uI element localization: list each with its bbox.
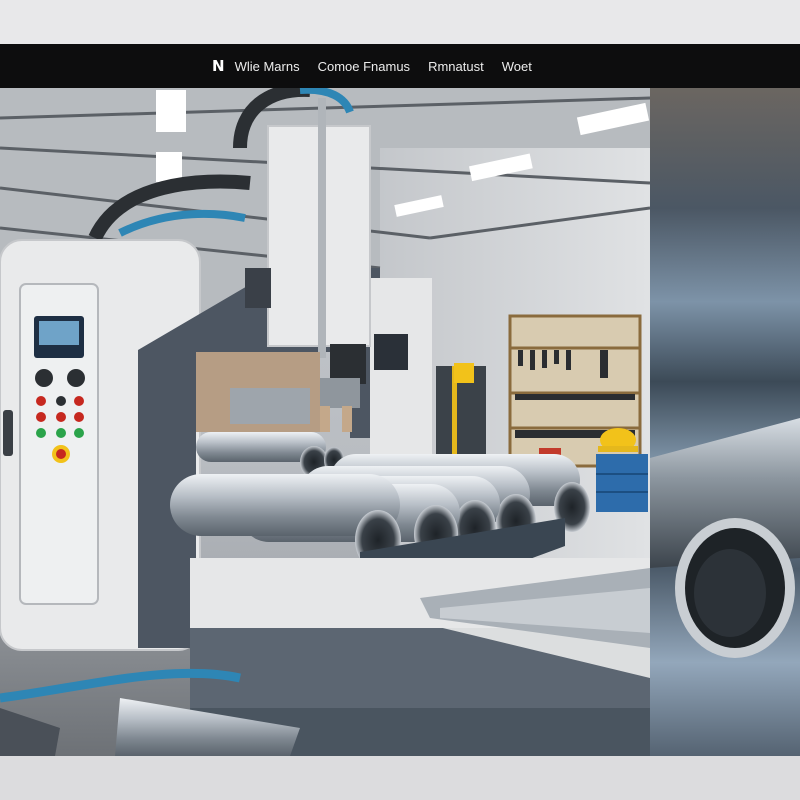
knob-right	[67, 369, 85, 387]
bottom-margin-band	[0, 756, 800, 800]
knob-left	[35, 369, 53, 387]
factory-photo	[0, 88, 650, 756]
logo-icon[interactable]: N	[212, 57, 225, 75]
tube-closeup-illustration	[650, 418, 800, 658]
nav-link-2[interactable]: Comoe Fnamus	[318, 59, 410, 74]
nav-inner: N Wlie Marns Comoe Fnamus Rmnatust Woet	[212, 44, 550, 88]
nav-link-1[interactable]: Wlie Marns	[235, 59, 300, 74]
nav-link-3[interactable]: Rmnatust	[428, 59, 484, 74]
nav-link-4[interactable]: Woet	[502, 59, 532, 74]
tube-closeup-photo	[650, 88, 800, 756]
top-margin-band	[0, 0, 800, 44]
yellow-shelf	[436, 363, 486, 470]
navigation-bar: N Wlie Marns Comoe Fnamus Rmnatust Woet	[0, 44, 800, 88]
factory-scene-illustration	[0, 88, 650, 756]
